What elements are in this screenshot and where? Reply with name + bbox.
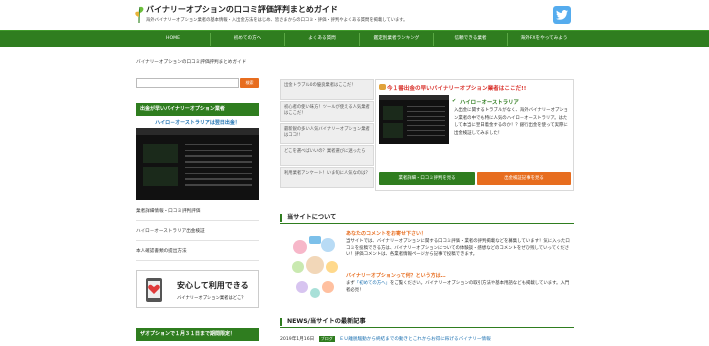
nav-item-trusted[interactable]: 信頼できる業者: [434, 31, 507, 48]
comment-invite-text: 当サイトでは、バイナリーオプションに関する口コミ評価・業者の評判掲載などを募集し…: [346, 239, 570, 258]
checkmark-icon: ✔: [452, 98, 457, 104]
search-input[interactable]: [136, 78, 239, 88]
news-heading-text: NEWS/当サイトの最新記事: [287, 318, 366, 325]
feature-description: 入出金に関するトラブルがなく、海外バイナリーオプション業者の中でも特に人気のハイ…: [454, 108, 569, 137]
divider: [136, 220, 259, 221]
sidebar-link-id-documents[interactable]: 本人確認書類の提出方法: [136, 248, 259, 254]
nav-item-home[interactable]: HOME: [136, 31, 210, 48]
feature-tab[interactable]: 出金トラブル0の優良業者はここだ！: [280, 79, 374, 100]
twitter-bird-icon: [556, 10, 568, 20]
feature-tab[interactable]: 初心者の使い味方！ツールが使える人気業者はここだ！: [280, 101, 374, 122]
pointing-hand-icon: [379, 84, 386, 90]
text-fragment: まず: [346, 281, 355, 286]
people-comments-illustration: [292, 236, 338, 298]
news-item[interactable]: 2019年1月16日 ブログ ＥＵ離脱騒動から終結までの動きとこれからお得に稼げ…: [280, 336, 574, 342]
comment-invite-title: あなたのコメントをお寄せ下さい！: [346, 231, 427, 237]
broker-screenshot[interactable]: [136, 128, 259, 200]
what-is-binary-text: まず「初めての方へ」をご覧ください。バイナリーオプションの取引方法や基本用語など…: [346, 281, 572, 294]
sidebar-heading-fast-withdrawal: 出金が早いバイナリーオプション業者: [136, 103, 259, 116]
breadcrumb[interactable]: バイナリーオプションの口コミ評価評判まとめガイド: [136, 59, 246, 65]
sidebar-link-withdrawal-test[interactable]: ハイロ－オーストラリア出金検証: [136, 228, 259, 234]
sidebar-link-broker-details[interactable]: 業者詳細情報・口コミ評判評価: [136, 208, 259, 214]
nav-item-faq[interactable]: よくある質問: [285, 31, 359, 48]
twitter-button[interactable]: [553, 6, 571, 24]
feature-tab[interactable]: 最新鋭の多い人気バイナリーオプション業者はココ!!: [280, 123, 374, 144]
divider: [136, 240, 259, 241]
beginners-link[interactable]: 「初めての方へ」: [355, 281, 390, 286]
section-heading-news: NEWS/当サイトの最新記事: [280, 316, 574, 328]
broker-screenshot[interactable]: [379, 95, 449, 144]
nav-item-ranking[interactable]: 鑑定別業者ランキング: [360, 31, 433, 48]
feature-tab[interactable]: 利用業者アンケート！いま旬に人気なのは？: [280, 167, 374, 188]
broker-details-button[interactable]: 業者詳細・口コミ評判を見る: [379, 172, 475, 185]
about-heading-text: 当サイトについて: [287, 214, 337, 221]
banner-subtitle: バイナリーオプション業者はどこ？: [177, 296, 246, 301]
site-title[interactable]: バイナリーオプションの口コミ評価評判まとめガイド: [146, 4, 338, 15]
news-date: 2019年1月16日: [280, 337, 315, 342]
feature-panel-title: 今１番出金の早いバイナリーオプション業者はここだ!!: [387, 86, 527, 92]
sidebar-featured-caption[interactable]: ハイロ－オーストラリアは翌日出金！: [136, 119, 259, 126]
what-is-binary-title: バイナリーオプションって何？という方は…: [346, 273, 446, 279]
smartphone-heart-icon: [146, 278, 162, 302]
nav-item-fx[interactable]: 海外FXをやってみよう: [508, 31, 580, 48]
nav-item-beginners[interactable]: 初めての方へ: [211, 31, 284, 48]
banner-title: 安心して利用できる: [177, 281, 249, 290]
safe-broker-banner[interactable]: 安心して利用できる バイナリーオプション業者はどこ？: [136, 270, 259, 308]
sidebar-heading-campaign: ザオプションで１月３１日まで期間限定！: [136, 328, 259, 341]
withdrawal-article-button[interactable]: 出金検証記事を見る: [477, 172, 571, 185]
main-nav: HOME 初めての方へ よくある質問 鑑定別業者ランキング 信頼できる業者 海外…: [0, 30, 709, 47]
feature-tab-list: 出金トラブル0の優良業者はここだ！ 初心者の使い味方！ツールが使える人気業者はこ…: [280, 79, 374, 191]
site-description: 海外バイナリーオプション業者の基本情報・入出金方法をはじめ、皆さまからの口コミ・…: [146, 18, 408, 23]
site-header: バイナリーオプションの口コミ評価評判まとめガイド 海外バイナリーオプション業者の…: [0, 0, 709, 30]
news-category-badge: ブログ: [318, 336, 335, 342]
divider: [136, 260, 259, 261]
heading-marker: [280, 214, 282, 222]
search-button[interactable]: 検索: [240, 78, 259, 88]
leaf-logo-icon[interactable]: [133, 4, 145, 24]
section-heading-about: 当サイトについて: [280, 212, 574, 224]
feature-brand-name: ハイロ－オーストラリア: [460, 100, 519, 106]
feature-panel: 今１番出金の早いバイナリーオプション業者はここだ!! ✔ ハイロ－オーストラリア…: [375, 79, 574, 191]
feature-tab[interactable]: どこを選べばいいの？業者選びに迷ったら: [280, 145, 374, 166]
news-title-link[interactable]: ＥＵ離脱騒動から終結までの動きとこれからお得に稼げるバイナリー情報: [339, 337, 491, 342]
heading-marker: [280, 318, 282, 326]
